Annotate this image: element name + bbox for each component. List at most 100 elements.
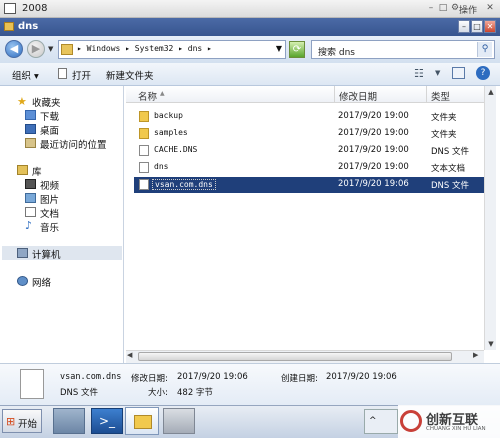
window-close-button[interactable]: ✕ [484,20,496,33]
file-name: backup [154,111,183,120]
forward-button[interactable]: ▶ [27,40,45,58]
file-date: 2017/9/20 19:00 [338,128,409,138]
nav-recent[interactable]: 最近访问的位置 [40,137,107,151]
file-date: 2017/9/20 19:00 [338,111,409,121]
start-label: 开始 [18,419,38,430]
help-icon[interactable]: ? [476,66,490,80]
file-row-backup[interactable]: backup 2017/9/20 19:00 文件夹 [134,109,496,125]
view-dropdown-icon[interactable]: ▼ [435,69,440,77]
start-button[interactable]: ⊞ 开始 [2,409,42,433]
column-date[interactable]: 修改日期 [339,89,377,103]
file-row-vsan-com-dns[interactable]: vsan.com.dns 2017/9/20 19:06 DNS 文件 [134,177,496,193]
explorer-taskbar-button[interactable] [125,407,159,435]
close-icon[interactable]: ✕ [484,3,496,14]
video-icon [25,179,36,189]
file-type: 文本文档 [431,164,466,174]
column-name[interactable]: 名称 [138,89,157,103]
music-icon: ♪ [25,219,33,232]
nav-music[interactable]: 音乐 [40,220,59,234]
scroll-up-icon[interactable]: ▲ [485,86,497,98]
computer-icon [17,248,28,258]
server-manager-icon[interactable] [53,408,85,434]
search-placeholder: 搜索 dns [318,48,355,58]
organize-menu[interactable]: 组织 ▾ [12,68,39,82]
file-type: DNS 文件 [431,147,470,157]
folder-icon [139,128,149,139]
remote-window-title: 2008 [22,3,48,14]
window-title: dns [18,21,39,32]
address-bar[interactable]: ▸ Windows ▸ System32 ▸ dns ▸ ▼ [58,40,286,59]
watermark-logo-icon [400,410,422,432]
details-size-label: 大小: [148,388,168,398]
file-name: samples [154,128,188,137]
file-type: 文件夹 [431,130,457,140]
watermark-subtext: CHUANG XIN HU LIAN [426,426,486,432]
recent-places-icon [25,138,36,148]
address-dropdown-icon[interactable]: ▼ [276,44,282,53]
refresh-button[interactable]: ⟳ [289,41,305,58]
network-map-icon[interactable] [163,408,195,434]
nav-library[interactable]: 库 [32,164,42,178]
details-created-value: 2017/9/20 19:06 [326,372,397,382]
tray-expand-icon[interactable]: ^ [369,416,377,426]
details-size-value: 482 字节 [177,388,213,398]
address-path[interactable]: ▸ Windows ▸ System32 ▸ dns ▸ [77,44,212,53]
horizontal-scroll-thumb[interactable] [138,352,452,361]
column-separator[interactable] [426,86,427,103]
file-date: 2017/9/20 19:00 [338,162,409,172]
nav-computer[interactable]: 计算机 [32,247,61,261]
notification-area[interactable]: ^ [364,409,398,434]
new-folder-button[interactable]: 新建文件夹 [106,68,154,82]
back-button[interactable]: ◀ [5,40,23,58]
ops-menu[interactable]: 操作 [459,3,477,16]
nav-desktop[interactable]: 桌面 [40,123,59,137]
nav-network[interactable]: 网络 [32,275,51,289]
details-created-label: 创建日期: [281,374,318,384]
scroll-down-icon[interactable]: ▼ [485,338,497,350]
file-row-dns[interactable]: dns 2017/9/20 19:00 文本文档 [134,160,496,176]
file-date: 2017/9/20 19:00 [338,145,409,155]
file-icon [139,145,149,156]
file-icon [139,179,149,190]
search-input[interactable]: 搜索 dns ⚲ [311,40,495,59]
watermark: 创新互联 CHUANG XIN HU LIAN [398,405,500,438]
navigation-pane [0,86,124,363]
file-preview-icon [20,369,44,399]
file-name: CACHE.DNS [154,145,198,154]
explorer-title-bar: dns [0,18,500,36]
powershell-icon[interactable]: >_ [91,408,123,434]
scroll-right-icon[interactable]: ▶ [473,351,478,359]
minimize-icon[interactable]: – [425,3,437,14]
maximize-icon[interactable]: □ [437,3,449,14]
view-options-icon[interactable]: ☷ [414,67,424,80]
folder-icon [134,415,152,429]
details-modified-value: 2017/9/20 19:06 [177,372,248,382]
open-icon [58,68,67,79]
details-filetype: DNS 文件 [60,388,99,398]
history-dropdown-icon[interactable]: ▼ [48,45,53,53]
details-filename: vsan.com.dns [60,372,122,382]
search-icon[interactable]: ⚲ [477,42,492,57]
file-date: 2017/9/20 19:06 [338,179,409,189]
file-row-samples[interactable]: samples 2017/9/20 19:00 文件夹 [134,126,496,142]
column-separator[interactable] [334,86,335,103]
nav-favorites[interactable]: 收藏夹 [32,95,61,109]
details-pane [0,363,500,405]
preview-pane-icon[interactable] [452,67,465,79]
open-button[interactable]: 打开 [72,68,91,82]
column-type[interactable]: 类型 [431,89,450,103]
nav-pictures[interactable]: 图片 [40,192,59,206]
file-type: 文件夹 [431,113,457,123]
nav-videos[interactable]: 视频 [40,178,59,192]
desktop-icon [25,124,36,134]
sort-ascending-icon: ▲ [160,90,165,97]
file-type: DNS 文件 [431,181,470,191]
star-icon: ★ [17,95,27,108]
window-minimize-button[interactable]: – [458,20,470,33]
vertical-scrollbar[interactable]: ▲ ▼ [484,86,496,350]
window-maximize-button[interactable]: □ [471,20,483,33]
nav-downloads[interactable]: 下载 [40,109,59,123]
file-row-cache-dns[interactable]: CACHE.DNS 2017/9/20 19:00 DNS 文件 [134,143,496,159]
scroll-left-icon[interactable]: ◀ [127,351,132,359]
nav-documents[interactable]: 文档 [40,206,59,220]
